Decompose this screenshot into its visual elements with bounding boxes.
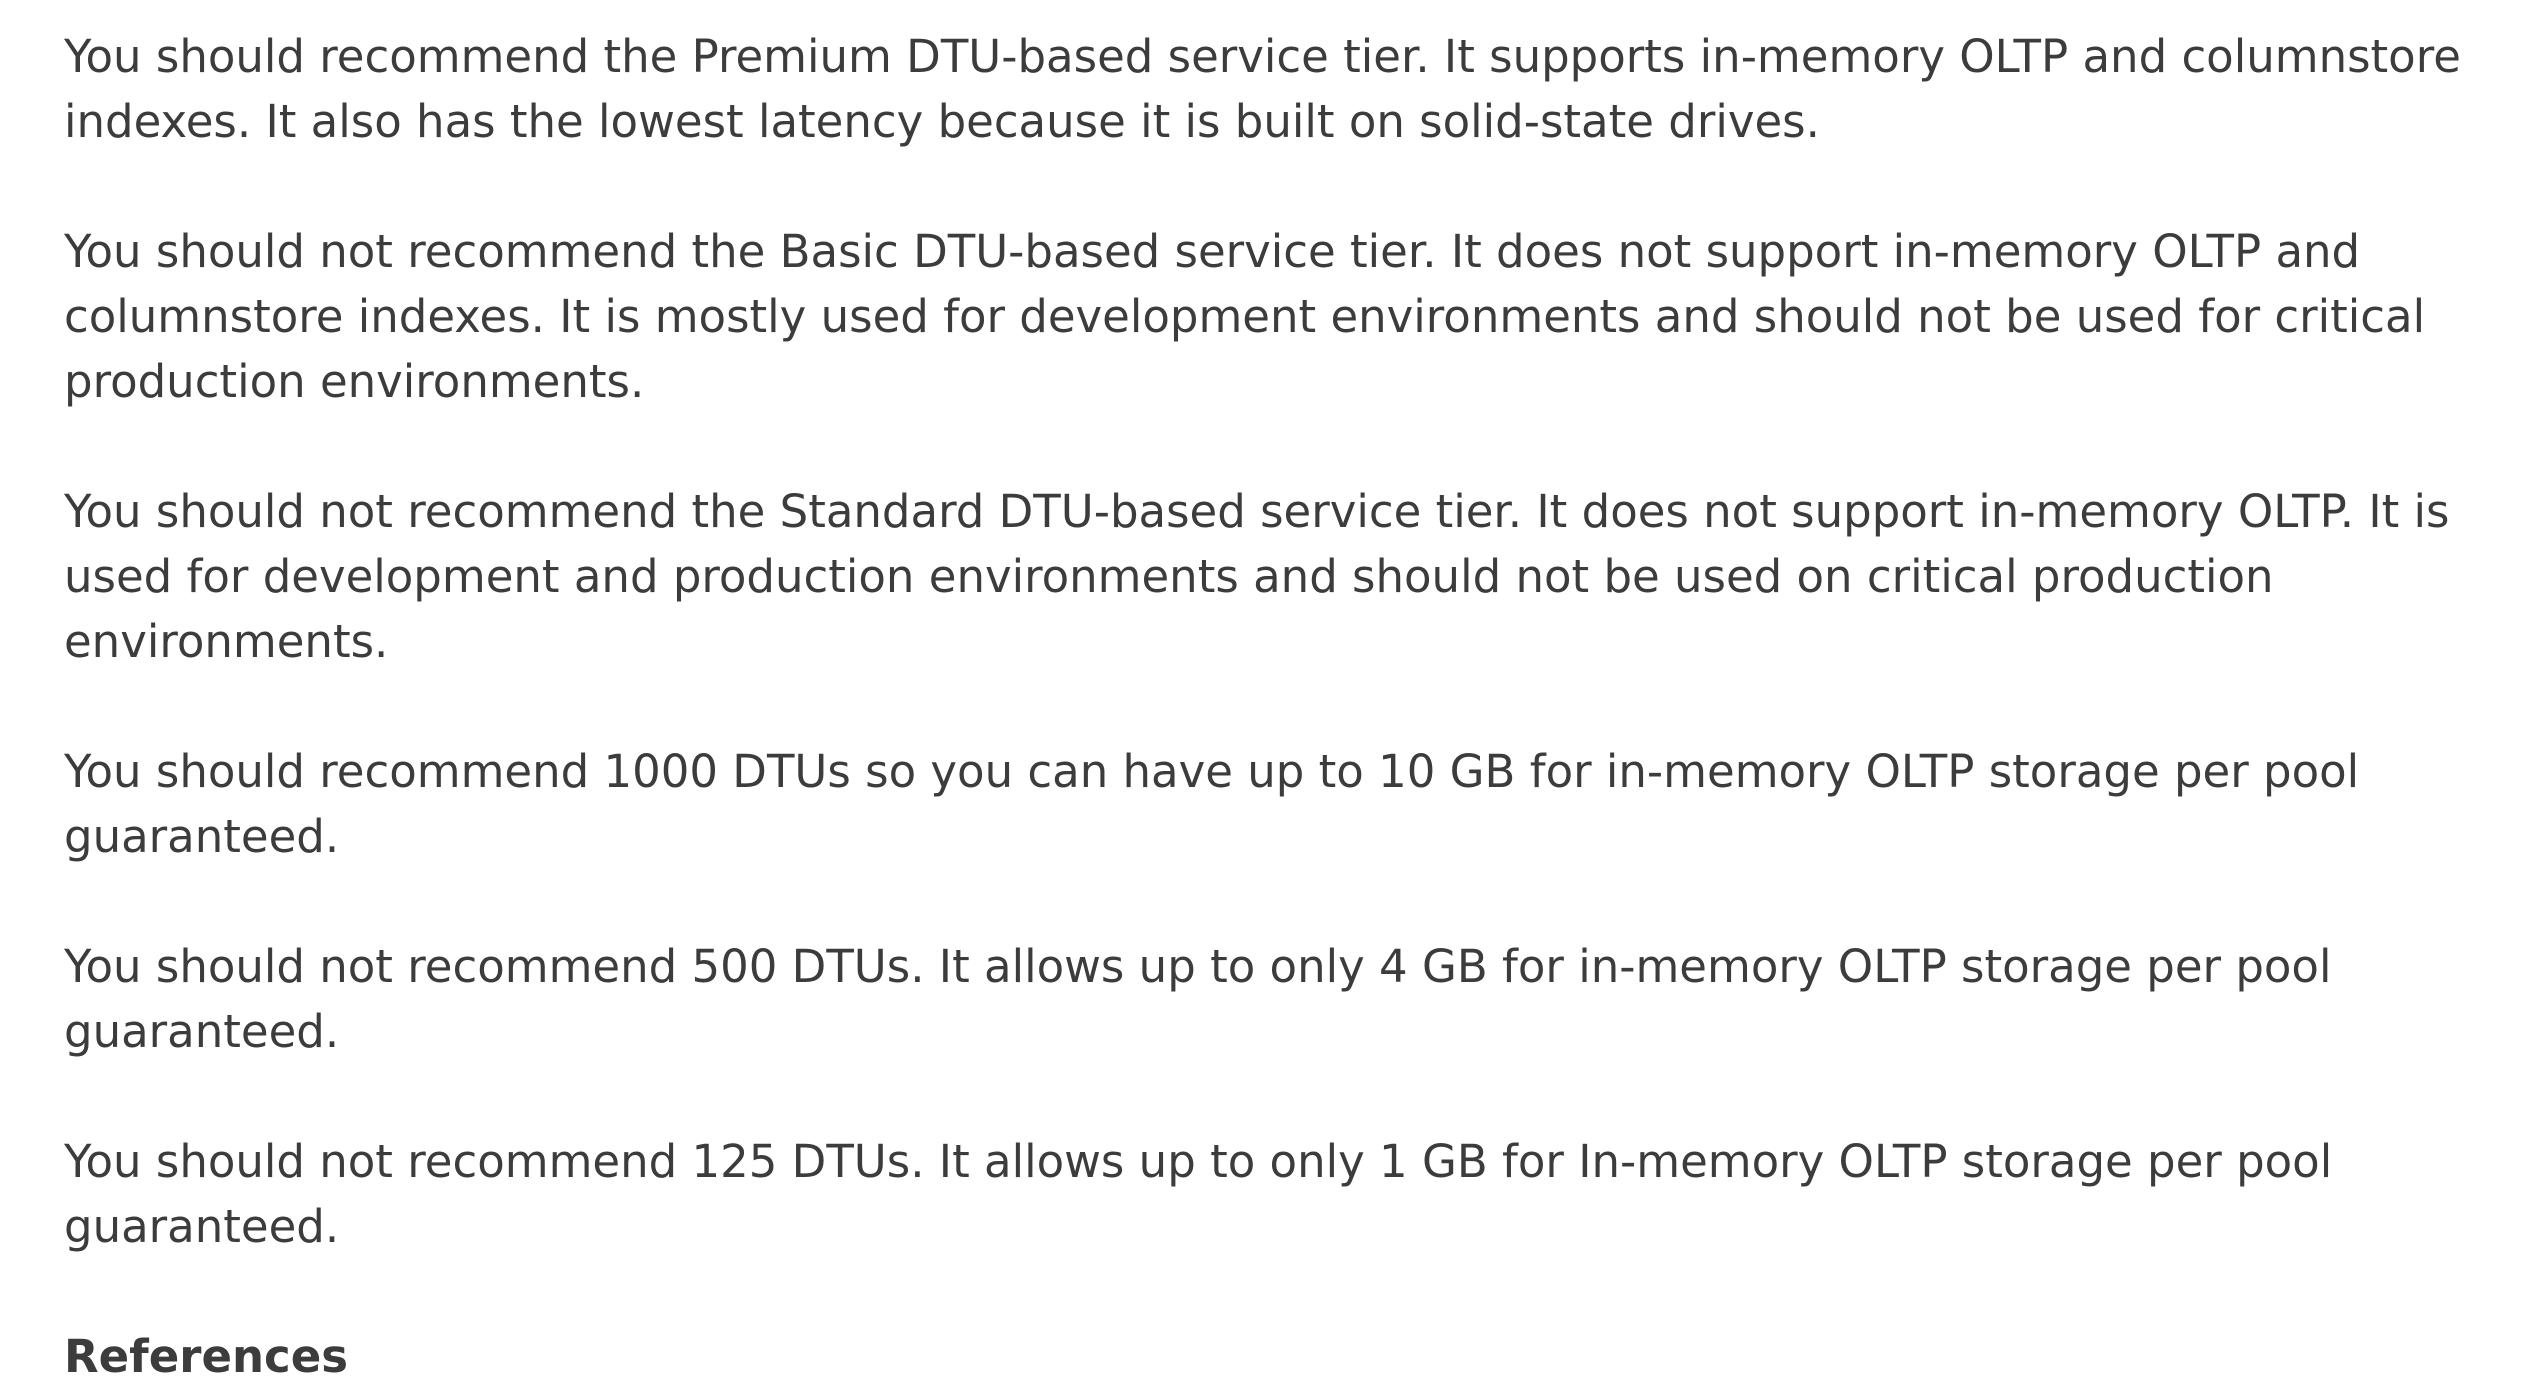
explanation-paragraph-125-dtus: You should not recommend 125 DTUs. It al… bbox=[64, 1135, 2333, 1253]
explanation-paragraph-premium-tier: You should recommend the Premium DTU-bas… bbox=[64, 30, 2461, 148]
explanation-paragraph-500-dtus: You should not recommend 500 DTUs. It al… bbox=[64, 940, 2332, 1058]
explanation-paragraph-standard-tier: You should not recommend the Standard DT… bbox=[64, 485, 2450, 668]
explanation-paragraph-basic-tier: You should not recommend the Basic DTU-b… bbox=[64, 225, 2426, 408]
references-heading: References bbox=[64, 1330, 348, 1383]
explanation-paragraph-1000-dtus: You should recommend 1000 DTUs so you ca… bbox=[64, 745, 2360, 863]
explanation-text: You should recommend the Premium DTU-bas… bbox=[64, 24, 2504, 1389]
